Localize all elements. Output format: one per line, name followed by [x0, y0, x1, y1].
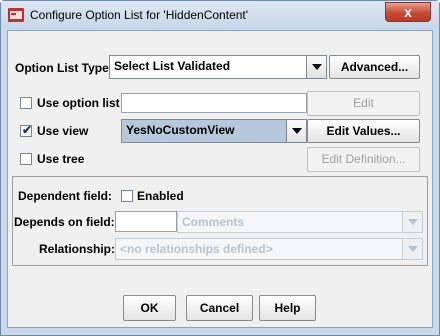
checkmark-icon: ✔	[22, 123, 33, 137]
use-option-list-checkbox[interactable]	[20, 97, 32, 109]
window-title: Configure Option List for 'HiddenContent…	[30, 8, 249, 22]
use-tree-checkbox[interactable]	[20, 153, 32, 165]
chevron-down-icon[interactable]	[402, 239, 422, 259]
use-tree-label: Use tree	[37, 152, 85, 166]
use-view-label: Use view	[37, 124, 89, 138]
option-list-type-label: Option List Type:	[15, 61, 113, 75]
option-list-type-value: Select List Validated	[114, 59, 231, 73]
relationship-select[interactable]: <no relationships defined>	[115, 238, 423, 260]
edit-button[interactable]: Edit	[307, 91, 420, 116]
title-bar[interactable]: Configure Option List for 'HiddenContent…	[1, 1, 439, 29]
view-value: YesNoCustomView	[126, 123, 235, 137]
dependent-field-group: Dependent field: Enabled Depends on fiel…	[12, 176, 428, 266]
dependent-enabled-checkbox[interactable]	[121, 190, 133, 202]
chevron-down-icon[interactable]	[402, 212, 422, 232]
option-list-input[interactable]	[121, 93, 307, 113]
close-button[interactable]: x	[385, 2, 431, 22]
chevron-down-icon[interactable]	[306, 56, 326, 78]
dialog-body: Option List Type: Select List Validated …	[7, 30, 433, 328]
use-view-checkbox[interactable]: ✔	[20, 123, 33, 137]
ok-button[interactable]: OK	[123, 295, 176, 321]
cancel-button[interactable]: Cancel	[186, 295, 253, 321]
advanced-button[interactable]: Advanced...	[329, 55, 420, 79]
dependent-field-label: Dependent field:	[18, 189, 113, 203]
relationship-value: <no relationships defined>	[120, 242, 273, 256]
dialog-window: Configure Option List for 'HiddenContent…	[0, 0, 440, 336]
depends-on-field-label: Depends on field:	[14, 215, 115, 229]
relationship-label: Relationship:	[39, 242, 116, 256]
view-select[interactable]: YesNoCustomView	[121, 119, 307, 143]
depends-on-field-input[interactable]	[115, 211, 177, 232]
use-option-list-label: Use option list	[37, 96, 120, 110]
app-icon	[8, 8, 24, 22]
enabled-label: Enabled	[137, 189, 184, 203]
edit-values-button[interactable]: Edit Values...	[307, 119, 420, 143]
close-icon: x	[404, 4, 412, 20]
option-list-type-select[interactable]: Select List Validated	[109, 55, 327, 79]
edit-definition-button[interactable]: Edit Definition...	[307, 147, 420, 172]
chevron-down-icon[interactable]	[286, 120, 306, 142]
help-button[interactable]: Help	[259, 295, 316, 321]
depends-on-field-value: Comments	[182, 215, 245, 229]
depends-on-field-select[interactable]: Comments	[177, 211, 423, 233]
